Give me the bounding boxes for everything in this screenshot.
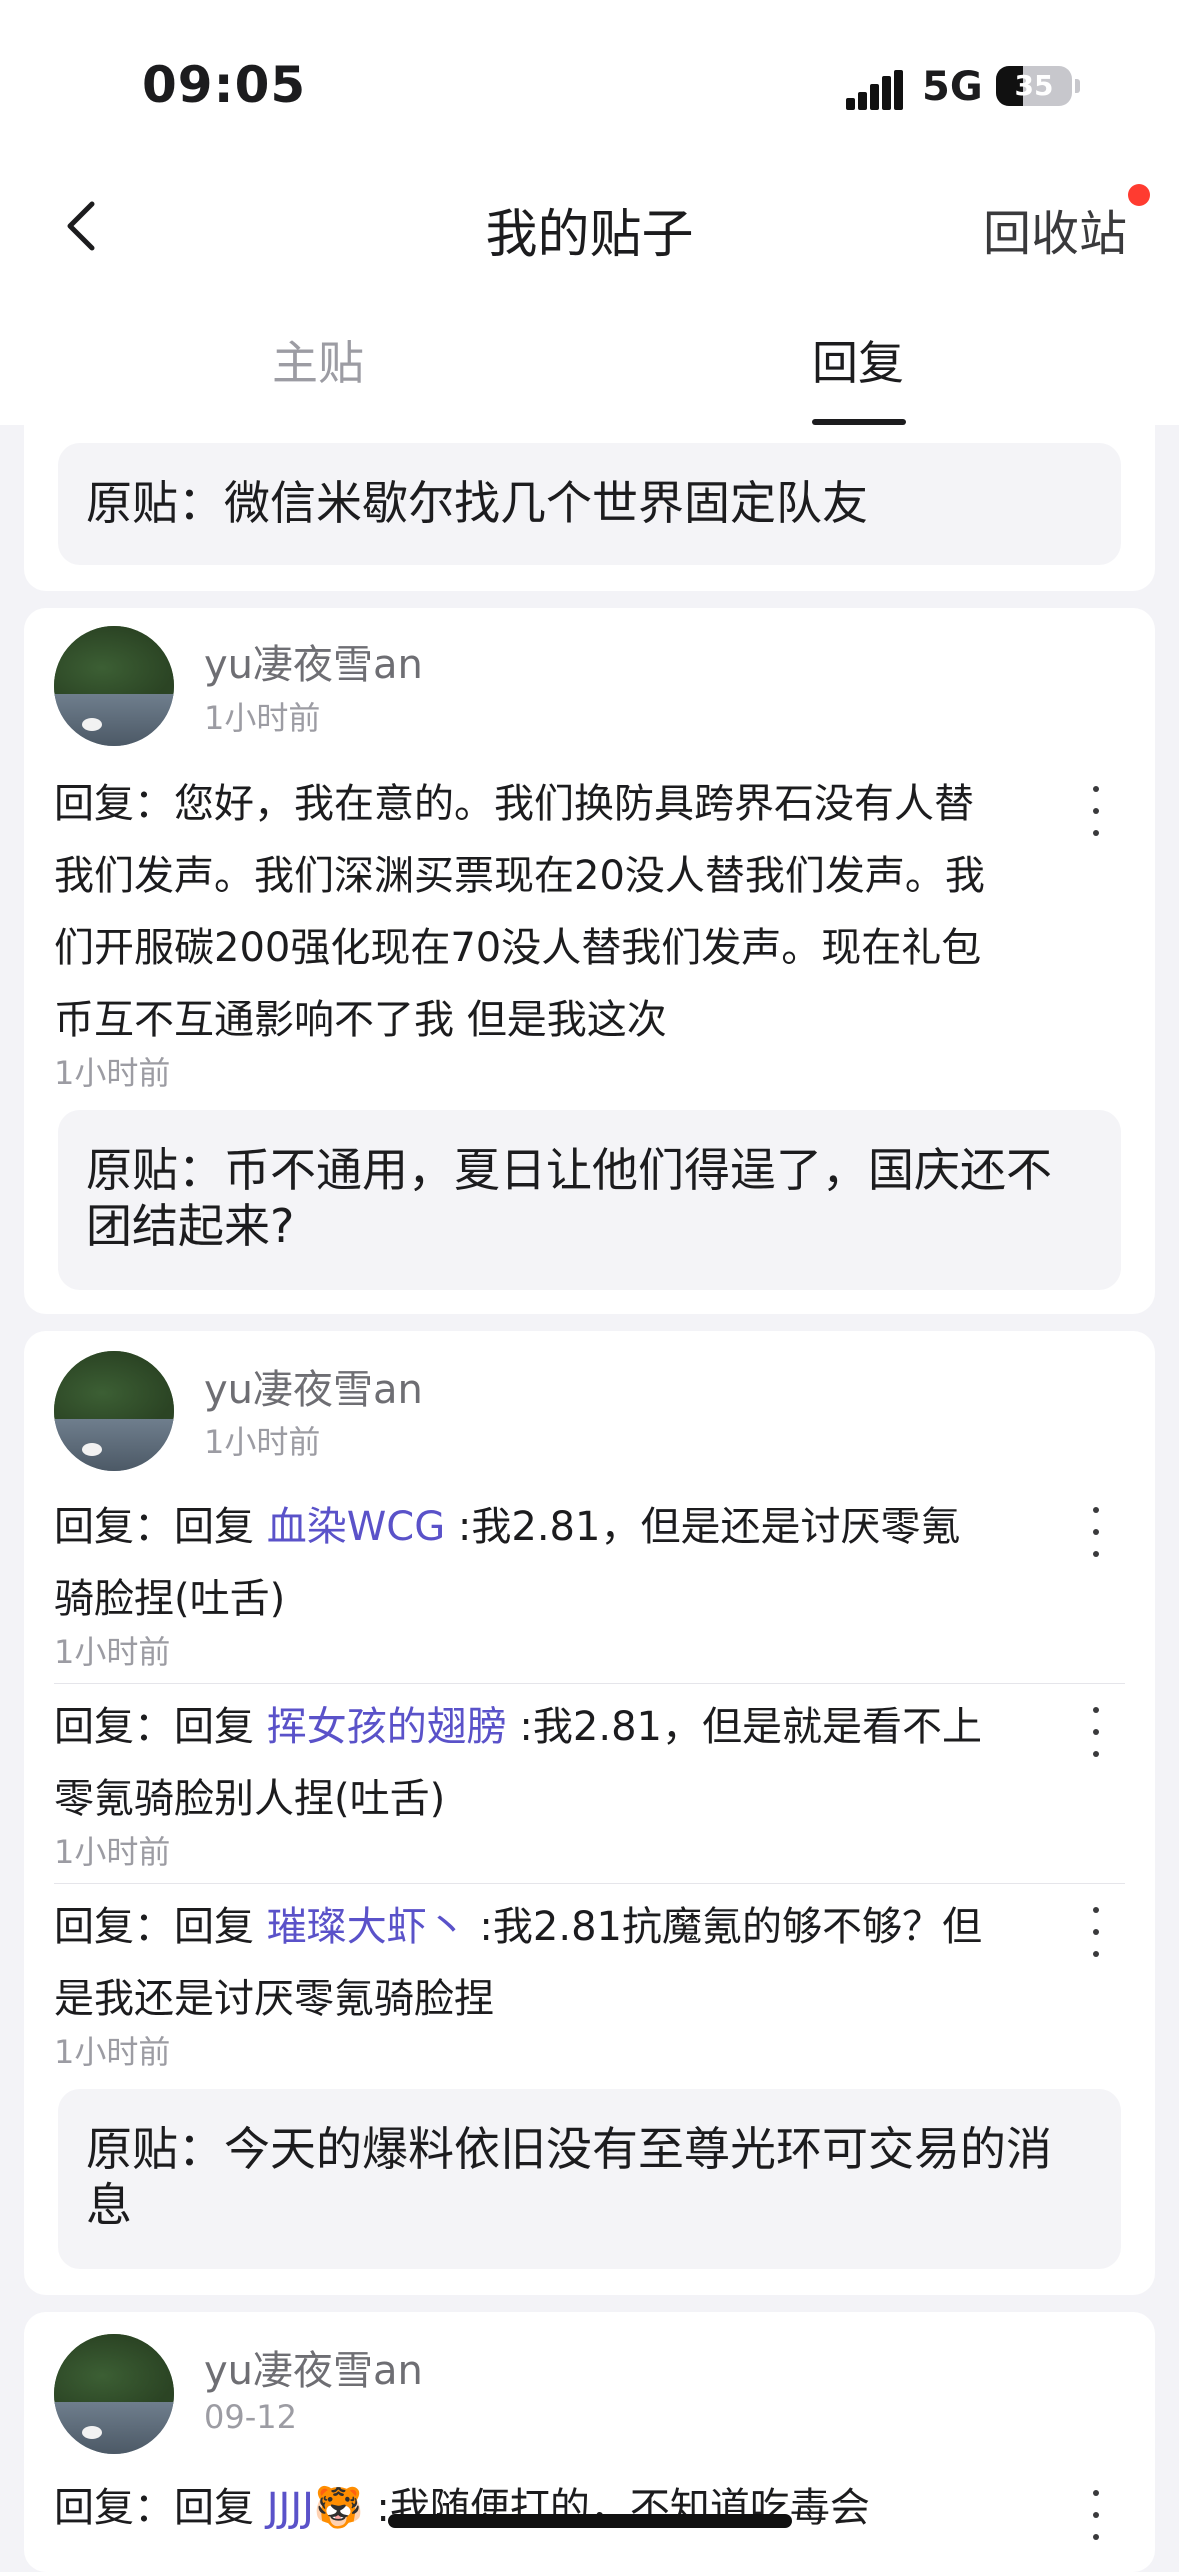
- mention-link[interactable]: JJJJ🐯: [267, 2485, 364, 2531]
- username[interactable]: yu凄夜雪an: [204, 1357, 423, 1415]
- recycle-bin-button[interactable]: 回收站: [983, 194, 1127, 264]
- avatar[interactable]: [54, 2334, 174, 2454]
- reply-text[interactable]: 回复：回复 JJJJ🐯 :我随便打的，不知道吃毒会: [54, 2472, 994, 2544]
- mention-link[interactable]: 璀璨大虾丶: [267, 1904, 467, 1950]
- battery-icon: 35: [996, 66, 1072, 106]
- avatar[interactable]: [54, 1351, 174, 1471]
- mention-link[interactable]: 血染WCG: [267, 1504, 445, 1550]
- mention-link[interactable]: 挥女孩的翅膀: [267, 1704, 507, 1750]
- reply-time: 1小时前: [54, 1054, 171, 1092]
- reply-card: yu凄夜雪an 09-12 回复：回复 JJJJ🐯 :我随便打的，不知道吃毒会: [24, 2312, 1155, 2572]
- battery-percent: 35: [1014, 69, 1054, 102]
- reply-time: 1小时前: [54, 2033, 171, 2071]
- reply-text[interactable]: 回复：回复 挥女孩的翅膀 :我2.81，但是就是看不上零氪骑脸别人捏(吐舌): [54, 1691, 994, 1835]
- original-post[interactable]: 原贴：微信米歇尔找几个世界固定队友: [58, 443, 1121, 565]
- divider: [54, 1683, 1125, 1684]
- divider: [54, 1883, 1125, 1884]
- signal-icon: [846, 70, 904, 110]
- tab-bar: 主贴 回复: [0, 285, 1179, 425]
- reply-card: 原贴：微信米歇尔找几个世界固定队友: [24, 425, 1155, 591]
- reply-text[interactable]: 回复：您好，我在意的。我们换防具跨界石没有人替我们发声。我们深渊买票现在20没人…: [54, 768, 994, 1056]
- reply-time: 1小时前: [54, 1833, 171, 1871]
- tab-replies[interactable]: 回复: [812, 327, 904, 393]
- username[interactable]: yu凄夜雪an: [204, 2338, 423, 2396]
- more-options-button[interactable]: [1090, 786, 1100, 840]
- more-options-button[interactable]: [1090, 1507, 1100, 1561]
- reply-card: yu凄夜雪an 1小时前 回复：回复 血染WCG :我2.81，但是还是讨厌零氪…: [24, 1331, 1155, 2295]
- nav-bar: 我的贴子 回收站: [0, 170, 1179, 285]
- status-time: 09:05: [142, 56, 307, 114]
- original-post[interactable]: 原贴：今天的爆料依旧没有至尊光环可交易的消息: [58, 2089, 1121, 2269]
- home-indicator[interactable]: [388, 2514, 792, 2528]
- reply-text[interactable]: 回复：回复 血染WCG :我2.81，但是还是讨厌零氪骑脸捏(吐舌): [54, 1491, 994, 1635]
- network-type: 5G: [922, 64, 983, 110]
- reply-time: 1小时前: [54, 1633, 171, 1671]
- username[interactable]: yu凄夜雪an: [204, 632, 423, 690]
- original-post[interactable]: 原贴：币不通用，夏日让他们得逞了，国庆还不团结起来?: [58, 1110, 1121, 1290]
- status-bar: 09:05 5G 35: [0, 0, 1179, 170]
- reply-card: yu凄夜雪an 1小时前 回复：您好，我在意的。我们换防具跨界石没有人替我们发声…: [24, 608, 1155, 1314]
- post-time: 1小时前: [204, 1423, 321, 1461]
- more-options-button[interactable]: [1090, 1707, 1100, 1761]
- more-options-button[interactable]: [1090, 1907, 1100, 1961]
- more-options-button[interactable]: [1090, 2490, 1100, 2544]
- post-time: 09-12: [204, 2398, 297, 2436]
- notification-badge: [1128, 184, 1150, 206]
- tab-main-posts[interactable]: 主贴: [272, 327, 364, 393]
- reply-text[interactable]: 回复：回复 璀璨大虾丶 :我2.81抗魔氪的够不够？但是我还是讨厌零氪骑脸捏: [54, 1891, 994, 2035]
- avatar[interactable]: [54, 626, 174, 746]
- post-time: 1小时前: [204, 699, 321, 737]
